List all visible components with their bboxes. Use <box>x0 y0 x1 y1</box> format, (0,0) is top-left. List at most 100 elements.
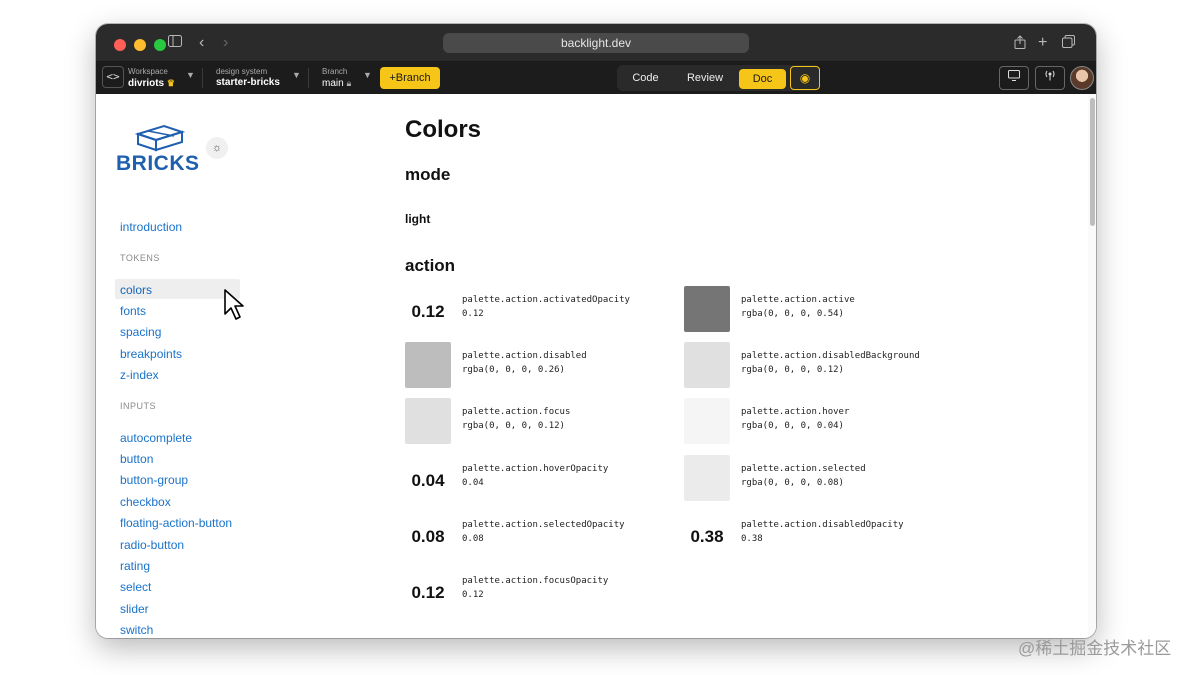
sidebar-item-z-index[interactable]: z-index <box>120 368 159 382</box>
user-avatar[interactable] <box>1070 66 1094 90</box>
add-branch-button[interactable]: +Branch <box>380 67 440 89</box>
token-value: rgba(0, 0, 0, 0.08) <box>741 478 844 488</box>
sidebar-item-button-group[interactable]: button-group <box>120 473 188 487</box>
forward-icon[interactable]: › <box>223 35 228 51</box>
token-item: 0.38 palette.action.disabledOpacity 0.38 <box>684 511 954 557</box>
token-name: palette.action.disabledBackground <box>741 351 920 361</box>
token-value: 0.04 <box>462 478 484 488</box>
sidebar-item-switch[interactable]: switch <box>120 623 153 637</box>
maximize-window-button[interactable] <box>154 39 166 51</box>
sidebar-item-breakpoints[interactable]: breakpoints <box>120 347 182 361</box>
token-name: palette.action.selectedOpacity <box>462 520 625 530</box>
token-name: palette.action.focus <box>462 407 571 417</box>
token-value: 0.12 <box>462 590 484 600</box>
crown-icon: ♛ <box>166 78 175 88</box>
token-value: 0.38 <box>741 534 763 544</box>
sidebar-toggle-icon[interactable] <box>168 35 182 51</box>
sidebar-item-floating-action-button[interactable]: floating-action-button <box>120 516 232 530</box>
token-item: palette.action.disabled rgba(0, 0, 0, 0.2… <box>405 342 675 388</box>
design-system-selector[interactable]: design system starter-bricks <box>216 67 280 89</box>
token-name: palette.action.focusOpacity <box>462 576 609 586</box>
design-system-value: starter-bricks <box>216 77 280 88</box>
action-heading: action <box>405 256 456 275</box>
branch-value: main <box>322 78 344 89</box>
sidebar-item-rating[interactable]: rating <box>120 559 150 573</box>
token-item: 0.08 palette.action.selectedOpacity 0.08 <box>405 511 675 557</box>
sidebar-item-slider[interactable]: slider <box>120 602 149 616</box>
lock-icon: 🔒︎ <box>346 78 352 88</box>
theme-toggle-icon[interactable]: ☼ <box>206 137 228 159</box>
sidebar-item-select[interactable]: select <box>120 580 151 594</box>
token-item: palette.action.selected rgba(0, 0, 0, 0.0… <box>684 455 954 501</box>
token-value: 0.08 <box>462 534 484 544</box>
doc-main: Colors mode light action 0.12 palette.act… <box>405 94 1085 638</box>
sidebar-section-tokens: TOKENS <box>120 253 160 263</box>
token-value: rgba(0, 0, 0, 0.12) <box>462 421 565 431</box>
token-name: palette.action.selected <box>741 464 866 474</box>
scrollbar-thumb[interactable] <box>1090 98 1095 226</box>
preview-monitor-icon[interactable] <box>999 66 1029 90</box>
brand-name: BRICKS <box>116 152 200 175</box>
token-item: palette.action.focus rgba(0, 0, 0, 0.12) <box>405 398 675 444</box>
mouse-cursor-icon <box>224 289 244 320</box>
color-swatch <box>684 286 730 332</box>
divider <box>308 68 309 88</box>
branch-selector[interactable]: Branch main 🔒︎ <box>322 67 351 90</box>
url-bar[interactable]: backlight.dev <box>443 33 749 53</box>
sidebar-item-spacing[interactable]: spacing <box>120 325 161 339</box>
code-logo-icon[interactable]: <> <box>102 66 124 88</box>
mode-heading: mode <box>405 165 451 184</box>
divider <box>202 68 203 88</box>
token-item: 0.04 palette.action.hoverOpacity 0.04 <box>405 455 675 501</box>
token-item: palette.action.active rgba(0, 0, 0, 0.54) <box>684 286 954 332</box>
sidebar-item-autocomplete[interactable]: autocomplete <box>120 431 192 445</box>
opacity-value: 0.08 <box>411 527 445 546</box>
branch-label: Branch <box>322 67 348 76</box>
token-item: 0.12 palette.action.focusOpacity 0.12 <box>405 567 675 613</box>
color-swatch <box>405 398 451 444</box>
tab-code[interactable]: Code <box>623 68 668 88</box>
token-item: palette.action.hover rgba(0, 0, 0, 0.04) <box>684 398 954 444</box>
workspace-selector[interactable]: Workspace divriots ♛ <box>128 67 175 90</box>
sidebar-item-colors[interactable]: colors <box>120 283 152 297</box>
color-swatch <box>684 342 730 388</box>
browser-window: ‹ › backlight.dev + <> Workspace divriot… <box>96 24 1096 638</box>
tab-doc[interactable]: Doc <box>739 69 786 89</box>
token-name: palette.action.hover <box>741 407 850 417</box>
chevron-down-icon[interactable]: ▼ <box>292 70 301 80</box>
token-item: palette.action.disabledBackground rgba(0,… <box>684 342 954 388</box>
design-system-label: design system <box>216 67 268 76</box>
workspace-value: divriots <box>128 78 165 89</box>
workspace-label: Workspace <box>128 67 168 76</box>
opacity-value: 0.04 <box>411 471 445 490</box>
back-icon[interactable]: ‹ <box>199 35 204 51</box>
sidebar-item-fonts[interactable]: fonts <box>120 304 146 318</box>
sidebar-item-button[interactable]: button <box>120 452 153 466</box>
doc-page: BRICKS ☼ introduction TOKENS colors font… <box>96 94 1096 638</box>
tab-review[interactable]: Review <box>677 68 733 88</box>
token-name: palette.action.active <box>741 295 855 305</box>
new-tab-icon[interactable]: + <box>1038 35 1047 51</box>
chevron-down-icon[interactable]: ▼ <box>363 70 372 80</box>
close-window-button[interactable] <box>114 39 126 51</box>
token-value: rgba(0, 0, 0, 0.54) <box>741 309 844 319</box>
color-swatch <box>684 398 730 444</box>
live-icon[interactable]: ◉ <box>790 66 820 90</box>
share-icon[interactable] <box>1014 35 1026 53</box>
token-value: rgba(0, 0, 0, 0.26) <box>462 365 565 375</box>
chevron-down-icon[interactable]: ▼ <box>186 70 195 80</box>
sidebar-section-inputs: INPUTS <box>120 401 157 411</box>
token-value: rgba(0, 0, 0, 0.12) <box>741 365 844 375</box>
browser-titlebar: ‹ › backlight.dev + <box>96 24 1096 62</box>
doc-sidebar: BRICKS ☼ introduction TOKENS colors font… <box>96 94 246 638</box>
opacity-value: 0.38 <box>690 527 724 546</box>
minimize-window-button[interactable] <box>134 39 146 51</box>
token-name: palette.action.hoverOpacity <box>462 464 609 474</box>
sidebar-item-checkbox[interactable]: checkbox <box>120 495 171 509</box>
color-swatch <box>405 342 451 388</box>
tab-overview-icon[interactable] <box>1062 35 1075 52</box>
mode-value: light <box>405 212 431 226</box>
broadcast-icon[interactable] <box>1035 66 1065 90</box>
sidebar-item-introduction[interactable]: introduction <box>120 220 182 234</box>
sidebar-item-radio-button[interactable]: radio-button <box>120 538 184 552</box>
